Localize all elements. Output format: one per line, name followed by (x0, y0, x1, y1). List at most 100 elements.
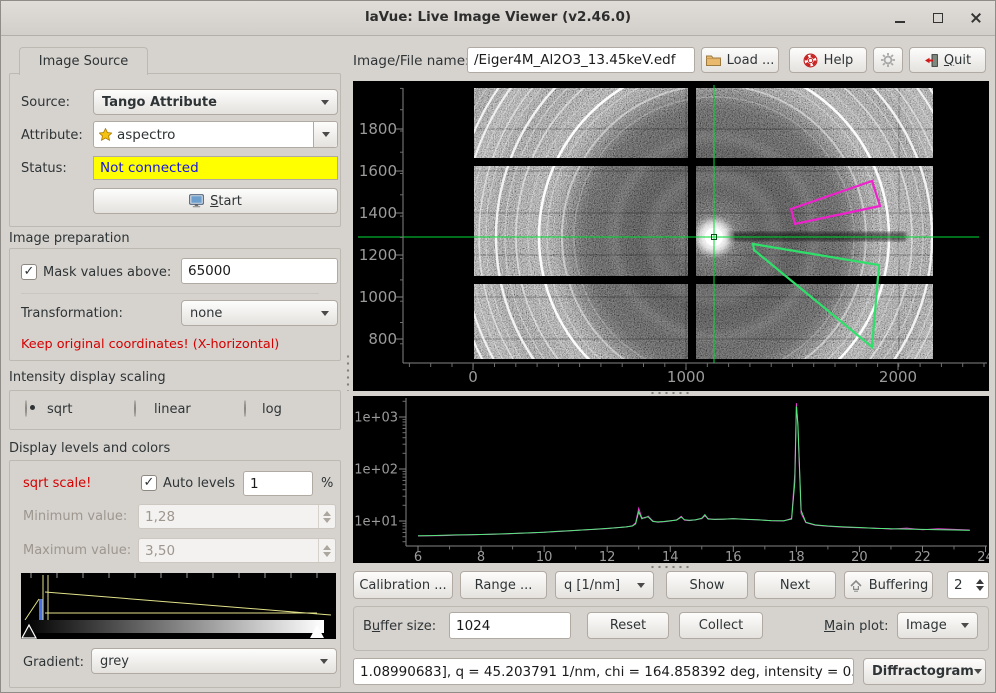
auto-levels-value: 1 (250, 476, 259, 492)
mask-label: Mask values above: (43, 265, 171, 280)
attribute-combobox[interactable]: aspectro (93, 121, 338, 148)
svg-text:18: 18 (788, 550, 805, 563)
mask-checkbox[interactable]: ✓ (21, 264, 37, 280)
calibration-button-label: Calibration ... (359, 578, 446, 593)
attribute-label: Attribute: (21, 128, 83, 143)
main-plot-value: Image (906, 618, 947, 633)
collect-button[interactable]: Collect (679, 612, 763, 639)
radio-linear[interactable] (134, 400, 136, 417)
gradient-select[interactable]: grey (91, 648, 337, 674)
monitor-icon (189, 194, 204, 208)
plot-splitter-handle[interactable] (649, 391, 691, 395)
file-name-label: Image/File name: (353, 53, 470, 69)
svg-text:16: 16 (725, 550, 742, 563)
chevron-down-icon (320, 659, 328, 664)
buffering-button[interactable]: Buffering (844, 571, 933, 599)
mask-value: 65000 (188, 263, 231, 279)
help-button-label: Help (824, 53, 854, 68)
gear-icon (880, 52, 896, 68)
source-label: Source: (21, 95, 70, 110)
svg-text:1200: 1200 (359, 246, 397, 264)
transformation-select[interactable]: none (181, 300, 338, 326)
svg-text:22: 22 (914, 550, 931, 563)
favorite-star-icon (94, 122, 117, 147)
buffering-button-label: Buffering (869, 578, 929, 593)
close-icon[interactable] (969, 11, 983, 25)
help-button[interactable]: Help (789, 47, 867, 73)
quit-button-label: Quit (944, 53, 971, 68)
title-bar[interactable]: laVue: Live Image Viewer (v2.46.0) (1, 1, 995, 36)
transformation-value: none (190, 306, 222, 321)
maximum-value-label: Maximum value: (23, 543, 131, 558)
lifebuoy-icon (803, 53, 818, 68)
panel-splitter-handle[interactable] (346, 353, 350, 391)
transformation-label: Transformation: (21, 306, 123, 321)
gradient-preview-bar (23, 620, 324, 633)
auto-levels-input[interactable]: 1 (243, 471, 313, 496)
chevron-down-icon (322, 132, 330, 137)
start-button-label: Start (210, 194, 242, 209)
svg-text:1e+01: 1e+01 (354, 515, 398, 530)
attribute-value: aspectro (117, 122, 175, 147)
plot-mode-value: Diffractogram (872, 664, 974, 679)
svg-text:10: 10 (536, 550, 553, 563)
file-name-value: /Eiger4M_Al2O3_13.45keV.edf (474, 52, 676, 68)
range-button-label: Range ... (475, 578, 533, 593)
next-button[interactable]: Next (754, 571, 836, 599)
units-value: q [1/nm] (564, 578, 620, 593)
reset-button-label: Reset (610, 618, 646, 633)
levels-histogram[interactable] (21, 573, 336, 639)
buffering-icon (849, 579, 863, 592)
tab-image-source[interactable]: Image Source (19, 47, 148, 75)
auto-levels-checkbox[interactable]: ✓ (141, 475, 157, 491)
file-name-input[interactable]: /Eiger4M_Al2O3_13.45keV.edf (467, 47, 695, 73)
tab-image-source-label: Image Source (39, 54, 129, 69)
gradient-value: grey (100, 654, 129, 669)
radio-linear-label: linear (154, 402, 191, 417)
main-plot-select[interactable]: Image (897, 612, 978, 639)
diffractogram-plot[interactable]: 6810121416182022241e+011e+021e+03 (353, 396, 989, 563)
minimize-icon[interactable] (893, 11, 907, 25)
svg-text:1e+03: 1e+03 (354, 411, 398, 426)
image-plot[interactable]: 18001600140012001000800010002000 (353, 81, 989, 391)
separator (21, 293, 319, 294)
source-select[interactable]: Tango Attribute (93, 89, 338, 115)
toolbar-splitter-handle[interactable] (649, 565, 691, 569)
start-button[interactable]: Start (93, 188, 338, 214)
units-select[interactable]: q [1/nm] (555, 571, 654, 599)
show-button-label: Show (689, 578, 724, 593)
buffer-size-input[interactable]: 1024 (449, 612, 571, 639)
svg-text:2000: 2000 (879, 368, 917, 386)
plot-mode-select[interactable]: Diffractogram (863, 658, 986, 685)
minimum-value: 1,28 (139, 505, 318, 528)
radio-sqrt-label: sqrt (47, 402, 72, 417)
reset-button[interactable]: Reset (587, 612, 669, 639)
buffer-count-spinbox[interactable]: 2 (947, 571, 989, 599)
status-value: Not connected (100, 160, 199, 176)
coordinates-note: Keep original coordinates! (X-horizontal… (21, 337, 279, 352)
svg-text:8: 8 (477, 550, 485, 563)
settings-button[interactable] (873, 47, 903, 73)
svg-text:1000: 1000 (667, 368, 705, 386)
range-button[interactable]: Range ... (460, 571, 547, 599)
maximize-icon[interactable] (931, 11, 945, 25)
calibration-button[interactable]: Calibration ... (353, 571, 453, 599)
exit-door-icon (924, 54, 938, 67)
auto-levels-label: Auto levels (163, 476, 235, 491)
spin-arrows (318, 539, 335, 562)
load-button[interactable]: Load ... (701, 47, 779, 73)
spin-arrows[interactable] (972, 572, 988, 598)
show-button[interactable]: Show (666, 571, 748, 599)
collect-button-label: Collect (699, 618, 744, 633)
chevron-down-icon (637, 583, 645, 588)
display-levels-header: Display levels and colors (9, 441, 170, 456)
status-value-field: Not connected (93, 156, 338, 180)
quit-button[interactable]: Quit (909, 47, 986, 73)
scale-note: sqrt scale! (23, 476, 91, 491)
spin-arrows (318, 505, 335, 528)
radio-log[interactable] (244, 400, 246, 417)
mask-value-input[interactable]: 65000 (181, 258, 338, 284)
chevron-down-icon (974, 669, 982, 674)
attribute-dropdown-button[interactable] (313, 122, 337, 147)
radio-sqrt[interactable] (25, 400, 27, 417)
